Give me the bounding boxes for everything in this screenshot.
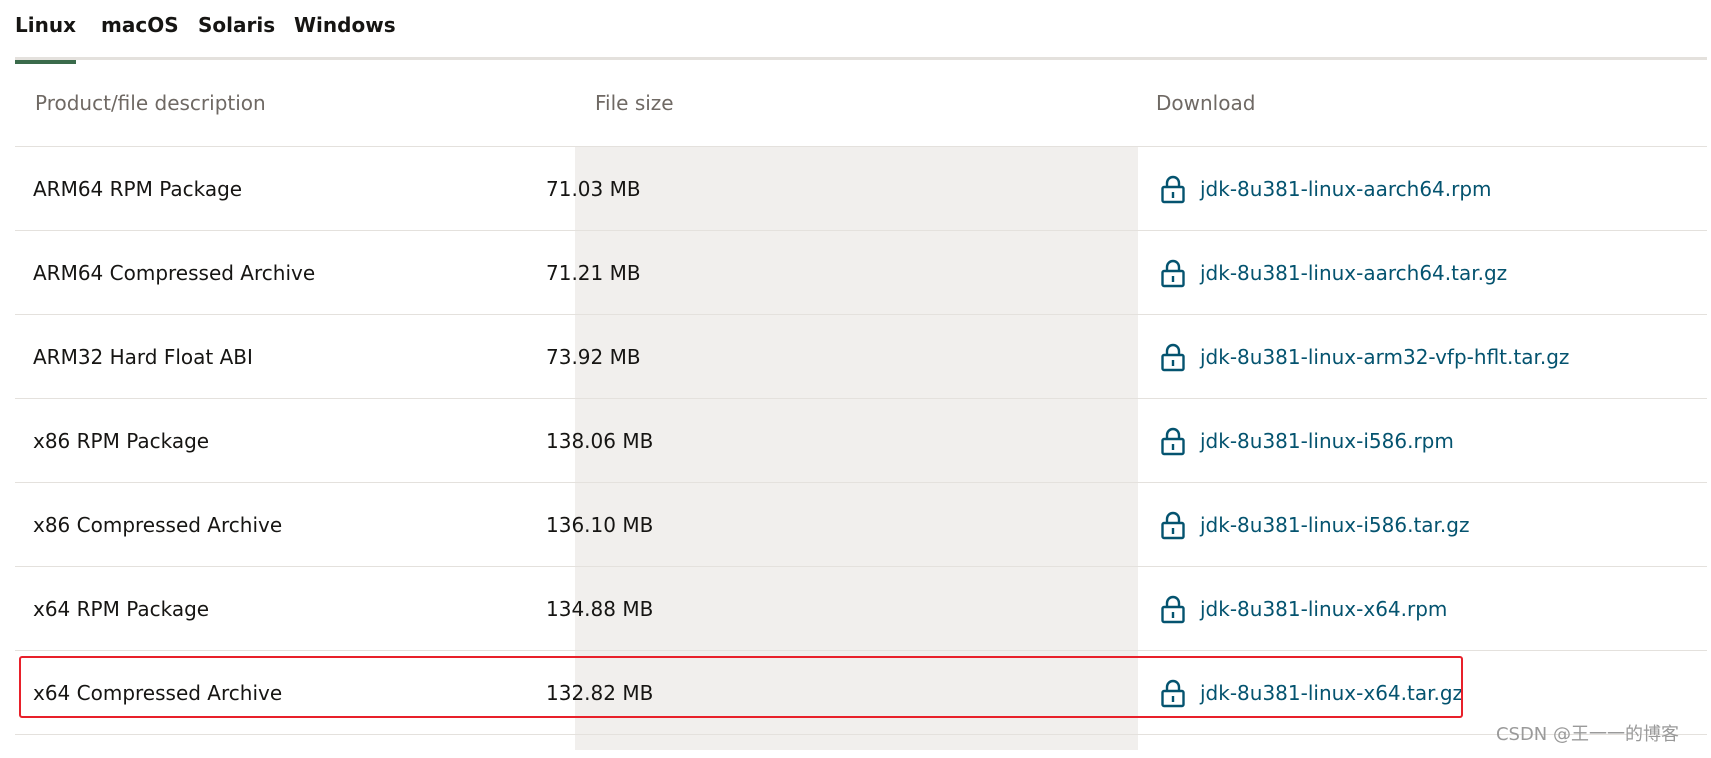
download-link[interactable]: jdk-8u381-linux-arm32-vfp-hflt.tar.gz: [1160, 315, 1569, 399]
row-divider: [15, 734, 1707, 735]
tab-linux[interactable]: Linux: [15, 0, 76, 64]
download-link[interactable]: jdk-8u381-linux-aarch64.rpm: [1160, 147, 1492, 231]
tab-solaris[interactable]: Solaris: [198, 0, 275, 60]
header-description: Product/file description: [35, 91, 266, 115]
file-size: 71.03 MB: [546, 177, 641, 201]
product-description: ARM64 RPM Package: [33, 177, 243, 201]
table-row: ARM64 RPM Package 71.03 MB jdk-8u381-linux…: [15, 147, 1707, 231]
download-filename: jdk-8u381-linux-i586.tar.gz: [1200, 513, 1470, 537]
download-link[interactable]: jdk-8u381-linux-i586.tar.gz: [1160, 483, 1469, 567]
download-filename: jdk-8u381-linux-x64.rpm: [1200, 597, 1448, 621]
product-description: ARM64 Compressed Archive: [33, 261, 316, 285]
table-row: x86 RPM Package 138.06 MB jdk-8u381-linux-…: [15, 399, 1707, 483]
download-filename: jdk-8u381-linux-arm32-vfp-hflt.tar.gz: [1200, 345, 1570, 369]
watermark: CSDN @王一一的博客: [1495, 724, 1679, 745]
lock-icon: [1160, 594, 1186, 624]
tab-macos[interactable]: macOS: [101, 0, 179, 60]
header-download: Download: [1156, 91, 1256, 115]
table-row: ARM64 Compressed Archive 71.21 MB jdk-8u38…: [15, 231, 1707, 315]
file-size: 138.06 MB: [546, 429, 654, 453]
lock-icon: [1160, 174, 1186, 204]
lock-icon: [1160, 510, 1186, 540]
download-filename: jdk-8u381-linux-aarch64.tar.gz: [1200, 261, 1508, 285]
lock-icon: [1160, 426, 1186, 456]
product-description: x86 RPM Package: [33, 429, 210, 453]
download-filename: jdk-8u381-linux-aarch64.rpm: [1200, 177, 1492, 201]
lock-icon: [1160, 342, 1186, 372]
download-link[interactable]: jdk-8u381-linux-x64.rpm: [1160, 567, 1447, 651]
product-description: x64 RPM Package: [33, 597, 210, 621]
file-size: 136.10 MB: [546, 513, 654, 537]
file-size: 134.88 MB: [546, 597, 654, 621]
table-row: x86 Compressed Archive 136.10 MB jdk-8u381…: [15, 483, 1707, 567]
lock-icon: [1160, 258, 1186, 288]
file-size: 73.92 MB: [546, 345, 641, 369]
tab-windows[interactable]: Windows: [294, 0, 396, 60]
highlight-box: [19, 656, 1463, 718]
download-link[interactable]: jdk-8u381-linux-aarch64.tar.gz: [1160, 231, 1507, 315]
header-file-size: File size: [595, 91, 674, 115]
download-link[interactable]: jdk-8u381-linux-i586.rpm: [1160, 399, 1454, 483]
table-row: ARM32 Hard Float ABI 73.92 MB jdk-8u381-li…: [15, 315, 1707, 399]
file-size: 71.21 MB: [546, 261, 641, 285]
download-filename: jdk-8u381-linux-i586.rpm: [1200, 429, 1454, 453]
product-description: ARM32 Hard Float ABI: [33, 345, 253, 369]
table-row: x64 RPM Package 134.88 MB jdk-8u381-linux-…: [15, 567, 1707, 651]
os-tab-bar: Linux macOS Solaris Windows: [15, 0, 1707, 64]
downloads-table: Product/file description File size Downl…: [15, 60, 1707, 750]
product-description: x86 Compressed Archive: [33, 513, 283, 537]
